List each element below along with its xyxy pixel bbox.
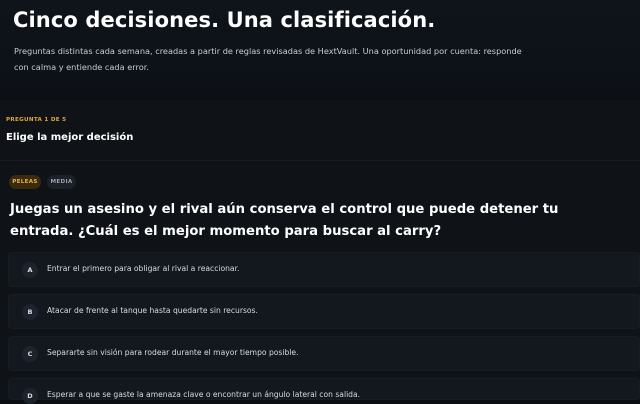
option-letter: D [22, 388, 38, 404]
option-text: Entrar el primero para obligar al rival … [47, 264, 240, 273]
question-progress: PREGUNTA 1 DE 5 [6, 117, 67, 123]
option-letter: B [22, 304, 38, 320]
category-badge: PELEAS [9, 175, 41, 189]
answer-option-d[interactable]: D Esperar a que se gaste la amenaza clav… [8, 378, 640, 404]
option-letter: C [22, 346, 38, 362]
answer-option-a[interactable]: A Entrar el primero para obligar al riva… [8, 252, 640, 287]
divider [0, 160, 640, 161]
question-text: Juegas un asesino y el rival aún conserv… [10, 202, 559, 239]
option-text: Esperar a que se gaste la amenaza clave … [47, 390, 361, 399]
page-subtitle: Preguntas distintas cada semana, creadas… [14, 46, 522, 72]
question-heading: Elige la mejor decisión [6, 132, 134, 143]
hero-header: Cinco decisiones. Una clasificación. Pre… [0, 0, 640, 100]
page-title: Cinco decisiones. Una clasificación. [13, 8, 436, 32]
option-text: Atacar de frente al tanque hasta quedart… [47, 306, 258, 315]
answer-option-b[interactable]: B Atacar de frente al tanque hasta queda… [8, 294, 640, 329]
option-letter: A [22, 262, 38, 278]
option-text: Separarte sin visión para rodear durante… [47, 348, 299, 357]
answer-option-c[interactable]: C Separarte sin visión para rodear duran… [8, 336, 640, 371]
difficulty-badge: MEDIA [47, 175, 76, 189]
